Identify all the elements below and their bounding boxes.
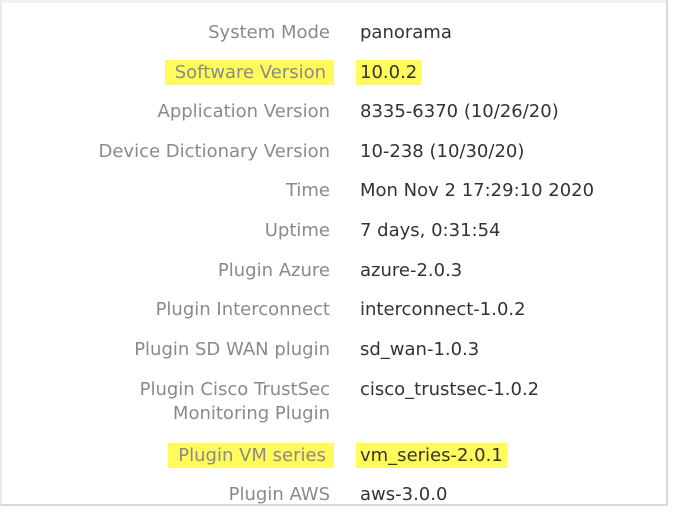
info-row-plugin-aws: Plugin AWS aws-3.0.0 <box>2 483 662 523</box>
info-label: Plugin Azure <box>217 260 330 281</box>
panel-top-edge <box>2 0 666 3</box>
info-value-highlighted: vm_series-2.0.1 <box>356 443 507 468</box>
general-information-panel: System Mode panorama Software Version 10… <box>0 0 668 506</box>
info-label: Time <box>285 180 330 201</box>
info-row-plugin-cisco-trustsec: Plugin Cisco TrustSec Monitoring Plugin … <box>2 378 662 430</box>
info-label: Application Version <box>157 101 331 122</box>
info-value: azure-2.0.3 <box>360 260 463 281</box>
info-value: aws-3.0.0 <box>360 484 448 505</box>
info-row-time: Time Mon Nov 2 17:29:10 2020 <box>2 179 662 219</box>
info-value: panorama <box>360 22 452 43</box>
info-label-highlighted: Plugin VM series <box>168 443 334 468</box>
info-value: sd_wan-1.0.3 <box>360 339 480 360</box>
info-row-uptime: Uptime 7 days, 0:31:54 <box>2 219 662 259</box>
info-row-application-version: Application Version 8335-6370 (10/26/20) <box>2 100 662 140</box>
info-label-highlighted: Software Version <box>164 60 334 85</box>
info-label: Plugin Interconnect <box>155 299 330 320</box>
info-value: cisco_trustsec-1.0.2 <box>360 379 540 400</box>
info-row-plugin-azure: Plugin Azure azure-2.0.3 <box>2 259 662 299</box>
info-label: Uptime <box>264 220 330 241</box>
info-row-plugin-sd-wan: Plugin SD WAN plugin sd_wan-1.0.3 <box>2 338 662 378</box>
info-label: Device Dictionary Version <box>98 141 330 162</box>
info-value: 7 days, 0:31:54 <box>360 220 501 241</box>
info-value: Mon Nov 2 17:29:10 2020 <box>360 180 595 201</box>
highlight-marker: Plugin VM series <box>168 443 334 468</box>
info-value: 10-238 (10/30/20) <box>360 141 525 162</box>
info-row-plugin-vm-series: Plugin VM series vm_series-2.0.1 <box>2 443 662 484</box>
info-label-line: Plugin Cisco TrustSec <box>139 379 330 400</box>
highlight-marker: 10.0.2 <box>356 60 422 85</box>
info-label-line: Monitoring Plugin <box>172 403 330 424</box>
highlight-marker: vm_series-2.0.1 <box>356 443 507 468</box>
info-label: Plugin AWS <box>228 484 330 505</box>
info-value: interconnect-1.0.2 <box>360 299 526 320</box>
info-row-system-mode: System Mode panorama <box>2 21 662 61</box>
highlight-marker: Software Version <box>164 60 334 85</box>
info-row-device-dictionary-version: Device Dictionary Version 10-238 (10/30/… <box>2 140 662 180</box>
info-label-multiline: Plugin Cisco TrustSec Monitoring Plugin <box>140 378 330 426</box>
info-label: Plugin SD WAN plugin <box>134 339 330 360</box>
info-value-highlighted: 10.0.2 <box>356 60 422 85</box>
info-value: 8335-6370 (10/26/20) <box>360 101 559 122</box>
info-row-plugin-interconnect: Plugin Interconnect interconnect-1.0.2 <box>2 298 662 338</box>
info-row-software-version: Software Version 10.0.2 <box>2 60 662 101</box>
info-label: System Mode <box>208 22 330 43</box>
